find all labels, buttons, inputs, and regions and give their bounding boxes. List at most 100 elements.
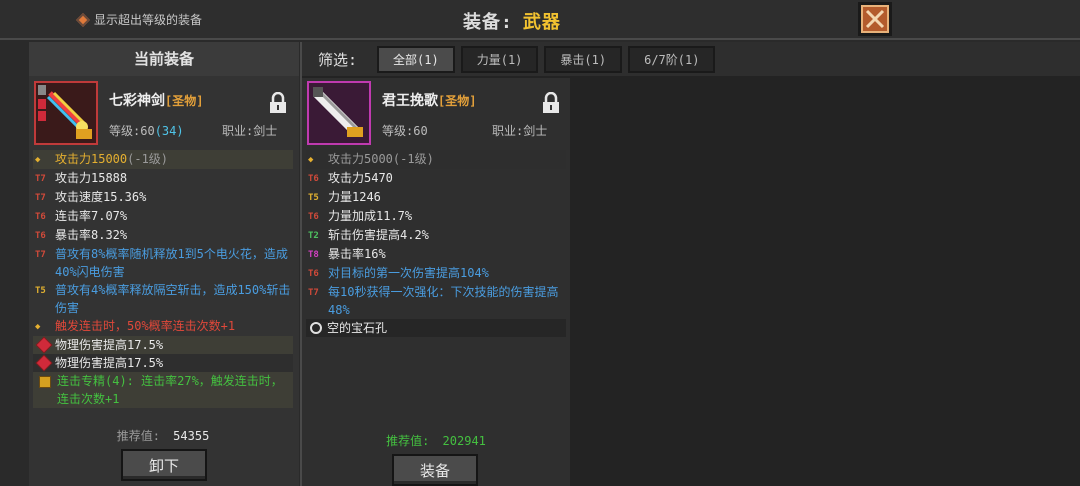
filter-chip-tier67[interactable]: 6/7阶(1) [628, 45, 716, 73]
stat-row: T7 每10秒获得一次强化：下次技能的伤害提高48% [306, 283, 566, 319]
current-item-name: 七彩神剑[圣物] [109, 90, 203, 110]
gem-row: 物理伤害提高17.5% [33, 336, 293, 354]
current-equipment-panel: 当前装备 七彩神剑[圣物] 等级:60(34) 职业:剑士 ◆ 攻击力15000… [29, 42, 299, 486]
tier-badge: T8 [308, 250, 319, 260]
stat-row: T6 连击率7.07% [33, 207, 293, 226]
equip-button[interactable]: 装备 [392, 454, 478, 486]
item-level: 等级:60 [382, 124, 428, 138]
item-name-text: 七彩神剑 [109, 93, 165, 109]
stat-value: 力量1246 [328, 190, 381, 204]
stat-value: 每10秒获得一次强化：下次技能的伤害提高48% [328, 285, 559, 317]
stat-value: 普攻有4%概率释放隔空斩击，造成150%斩击伤害 [55, 283, 291, 315]
gem-text: 物理伤害提高17.5% [55, 338, 164, 352]
stat-row: T2 斩击伤害提高4.2% [306, 226, 566, 245]
stat-value: 触发连击时，50%概率连击次数+1 [55, 319, 236, 333]
stat-row: T6 力量加成11.7% [306, 207, 566, 226]
current-equipment-heading: 当前装备 [29, 42, 299, 76]
stat-text: 暴击率16% [328, 245, 566, 263]
item-job: 职业:剑士 [492, 124, 548, 138]
stat-text: 攻击力15888 [55, 169, 293, 187]
tier-badge: T5 [308, 193, 319, 203]
set-bonus-row: 连击专精(4): 连击率27%，触发连击时，连击次数+1 [33, 372, 293, 408]
stat-text: 触发连击时，50%概率连击次数+1 [55, 317, 293, 335]
attack-icon: ◆ [308, 155, 314, 165]
stat-row: T5 力量1246 [306, 188, 566, 207]
stat-text: 暴击率8.32% [55, 226, 293, 244]
stat-value: 暴击率8.32% [55, 228, 128, 242]
lock-icon[interactable] [269, 92, 287, 114]
stat-text: 连击率7.07% [55, 207, 293, 225]
stat-value: 攻击速度15.36% [55, 190, 147, 204]
candidate-score: 推荐值: 202941 [302, 432, 570, 449]
filter-bar: 筛选: 全部(1) 力量(1) 暴击(1) 6/7阶(1) [302, 42, 1080, 76]
stat-text: 对目标的第一次伤害提高104% [328, 264, 566, 282]
book-icon [39, 376, 51, 388]
item-job: 职业:剑士 [222, 124, 278, 138]
red-gem-icon [35, 336, 53, 354]
stat-value: 对目标的第一次伤害提高104% [328, 266, 489, 280]
stat-text: 斩击伤害提高4.2% [328, 226, 566, 244]
stat-value: 攻击力5000 [328, 152, 393, 166]
tier-badge: T7 [35, 193, 46, 203]
stat-row: ◆ 攻击力5000(-1级) [306, 150, 566, 169]
filter-chip-all[interactable]: 全部(1) [377, 45, 455, 73]
stat-value: 攻击力5470 [328, 171, 393, 185]
score-value: 202941 [442, 434, 486, 448]
current-item-stats: ◆ 攻击力15000(-1级) T7 攻击力15888 T7 攻击速度15.36% T6 连击… [29, 150, 297, 408]
gem-text: 物理伤害提高17.5% [55, 356, 164, 370]
stat-suffix: (-1级) [127, 152, 169, 166]
stat-text: 普攻有4%概率释放隔空斩击，造成150%斩击伤害 [55, 281, 293, 317]
tier-badge: T7 [35, 250, 46, 260]
attack-icon: ◆ [35, 322, 41, 332]
stat-row: T7 普攻有8%概率随机释放1到5个电火花，造成40%闪电伤害 [33, 245, 293, 281]
tier-badge: T6 [308, 174, 319, 184]
tier-badge: T6 [308, 212, 319, 222]
empty-socket-icon [310, 322, 322, 334]
candidate-item-stats: ◆ 攻击力5000(-1级) T6 攻击力5470 T5 力量1246 T6 力量加成11.7… [302, 150, 570, 337]
stat-text: 力量1246 [328, 188, 566, 206]
monarch-elegy-icon[interactable] [307, 81, 371, 145]
lock-icon[interactable] [542, 92, 560, 114]
score-label: 推荐值: [386, 434, 430, 448]
stat-text: 攻击力5000(-1级) [328, 150, 566, 168]
filter-label: 筛选: [318, 50, 358, 69]
tier-badge: T5 [35, 286, 46, 296]
gem-row: 物理伤害提高17.5% [33, 354, 293, 372]
stat-row: T7 攻击速度15.36% [33, 188, 293, 207]
tier-badge: T2 [308, 231, 319, 241]
red-gem-icon [35, 354, 53, 372]
stat-row: T6 对目标的第一次伤害提高104% [306, 264, 566, 283]
stat-text: 力量加成11.7% [328, 207, 566, 225]
stat-suffix: (-1级) [392, 152, 434, 166]
show-over-level-toggle[interactable]: 显示超出等级的装备 [75, 11, 203, 28]
stat-value: 暴击率16% [328, 247, 386, 261]
toggle-label: 显示超出等级的装备 [94, 13, 203, 27]
stat-text: 普攻有8%概率随机释放1到5个电火花，造成40%闪电伤害 [55, 245, 293, 281]
level-text: 等级:60 [109, 124, 155, 138]
candidate-item-card[interactable]: 君王挽歌[圣物] 等级:60 职业:剑士 ◆ 攻击力5000(-1级) T6 攻击力5… [302, 78, 570, 486]
stat-text: 攻击力5470 [328, 169, 566, 187]
item-grade: [圣物] [165, 94, 204, 108]
rainbow-sword-icon[interactable] [34, 81, 98, 145]
toggle-diamond-icon[interactable] [75, 12, 91, 27]
tier-badge: T7 [308, 288, 319, 298]
filter-chip-crit[interactable]: 暴击(1) [544, 45, 623, 73]
candidate-item-name: 君王挽歌[圣物] [382, 90, 476, 110]
stat-value: 连击率7.07% [55, 209, 128, 223]
stat-text: 攻击力15000(-1级) [55, 150, 293, 168]
close-button[interactable] [858, 2, 892, 36]
unequip-button[interactable]: 卸下 [121, 449, 207, 481]
candidate-panel: 筛选: 全部(1) 力量(1) 暴击(1) 6/7阶(1) 君王挽歌[圣物] 等… [300, 42, 1080, 486]
item-name-text: 君王挽歌 [382, 93, 438, 109]
stat-row: T6 攻击力5470 [306, 169, 566, 188]
filter-chip-strength[interactable]: 力量(1) [460, 45, 539, 73]
tier-badge: T6 [35, 212, 46, 222]
stat-row: ◆ 攻击力15000(-1级) [33, 150, 293, 169]
stat-row: T8 暴击率16% [306, 245, 566, 264]
tier-badge: T6 [35, 231, 46, 241]
title-value: 武器 [522, 12, 561, 33]
stat-value: 攻击力15000 [55, 152, 128, 166]
close-icon [865, 9, 885, 29]
score-label: 推荐值: [116, 429, 160, 443]
stat-row: T5 普攻有4%概率释放隔空斩击，造成150%斩击伤害 [33, 281, 293, 317]
